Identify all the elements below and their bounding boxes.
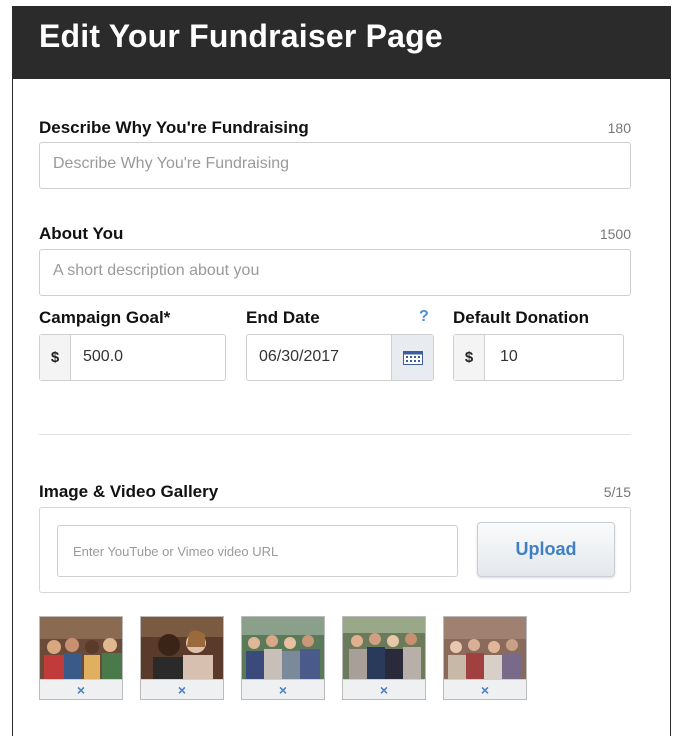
gallery-count: 5/15: [603, 484, 631, 500]
gallery-upload-box: Enter YouTube or Vimeo video URL Upload: [39, 507, 631, 593]
end-date-value: 06/30/2017: [259, 348, 340, 365]
photo-image: [242, 617, 324, 680]
calendar-icon: [402, 350, 423, 365]
why-placeholder: Describe Why You're Fundraising: [53, 155, 290, 172]
remove-photo-button[interactable]: ×: [141, 679, 223, 699]
photo-image: [40, 617, 122, 680]
gallery-photo: [343, 617, 425, 680]
photo-image: [141, 617, 223, 680]
donation-input[interactable]: $ 10: [453, 334, 624, 381]
photo-image: [343, 617, 425, 680]
photo-image: [444, 617, 526, 680]
about-char-limit: 1500: [599, 226, 631, 242]
goal-value: 500.0: [83, 348, 124, 365]
donation-value: 10: [500, 348, 518, 365]
end-date-input[interactable]: 06/30/2017: [246, 334, 434, 381]
remove-photo-button[interactable]: ×: [343, 679, 425, 699]
goal-currency-addon: $: [40, 335, 71, 380]
donation-label: Default Donation: [453, 308, 589, 327]
donation-currency-addon: $: [454, 335, 485, 380]
calendar-button[interactable]: [391, 335, 433, 380]
gallery-thumbnail[interactable]: ×: [140, 616, 224, 700]
gallery-thumbnail[interactable]: ×: [443, 616, 527, 700]
page-header: Edit Your Fundraiser Page: [13, 6, 670, 79]
gallery-photo: [40, 617, 122, 680]
remove-photo-button[interactable]: ×: [40, 679, 122, 699]
gallery-label: Image & Video Gallery: [39, 482, 219, 501]
section-divider: [39, 434, 631, 435]
remove-photo-button[interactable]: ×: [242, 679, 324, 699]
upload-button[interactable]: Upload: [477, 522, 615, 577]
gallery-thumbnail[interactable]: ×: [39, 616, 123, 700]
gallery-photo: [444, 617, 526, 680]
gallery-thumbnail[interactable]: ×: [342, 616, 426, 700]
end-date-label: End Date: [246, 308, 320, 327]
goal-input[interactable]: $ 500.0: [39, 334, 226, 381]
page-title: Edit Your Fundraiser Page: [39, 18, 443, 54]
end-date-help-icon[interactable]: ?: [419, 308, 429, 326]
why-char-limit: 180: [607, 120, 631, 136]
about-placeholder: A short description about you: [53, 262, 260, 279]
why-input[interactable]: Describe Why You're Fundraising: [39, 142, 631, 189]
about-input[interactable]: A short description about you: [39, 249, 631, 296]
gallery-photo: [242, 617, 324, 680]
remove-photo-button[interactable]: ×: [444, 679, 526, 699]
why-label: Describe Why You're Fundraising: [39, 118, 309, 137]
gallery-thumbnail[interactable]: ×: [241, 616, 325, 700]
fundraiser-edit-panel: Edit Your Fundraiser Page Describe Why Y…: [12, 6, 671, 736]
video-url-placeholder: Enter YouTube or Vimeo video URL: [73, 544, 279, 559]
about-label: About You: [39, 224, 124, 243]
gallery-photo: [141, 617, 223, 680]
goal-label: Campaign Goal*: [39, 308, 171, 327]
video-url-input[interactable]: Enter YouTube or Vimeo video URL: [57, 525, 458, 577]
